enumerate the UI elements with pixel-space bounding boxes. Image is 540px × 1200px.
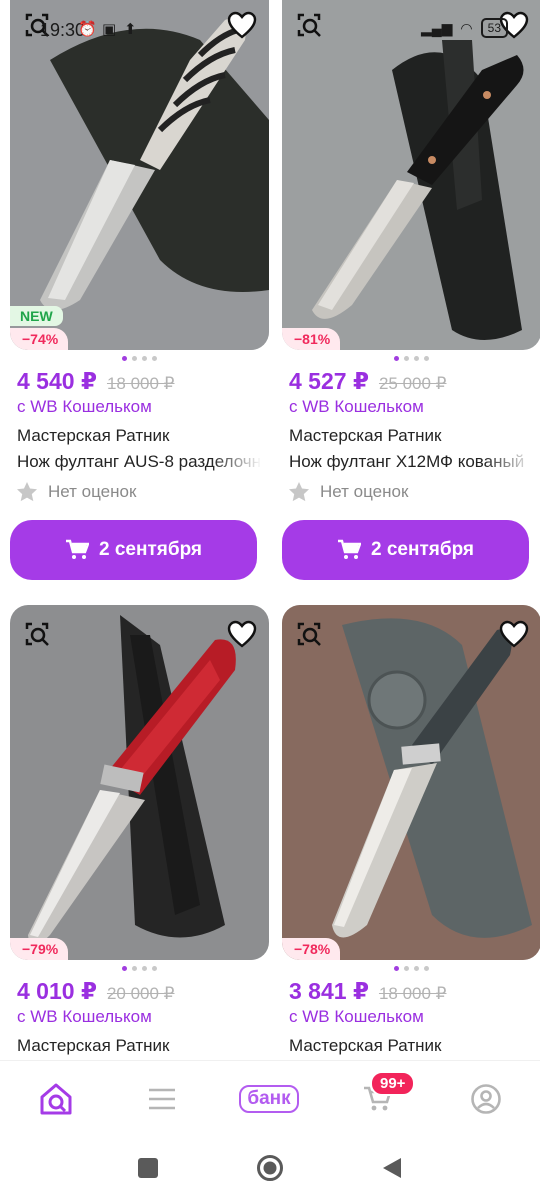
discount-badge: −78% [282, 938, 341, 960]
back-button[interactable] [376, 1152, 408, 1184]
favorite-heart-icon[interactable] [497, 8, 531, 42]
product-card[interactable]: −81% 4 527 ₽ 25 000 ₽ с WB Кошельком Мас… [282, 0, 540, 580]
wallet-note: с WB Кошельком [17, 397, 152, 416]
tab-home[interactable] [31, 1079, 81, 1119]
product-photo[interactable]: NEW −74% [10, 0, 269, 350]
old-price: 18 000 ₽ [106, 374, 175, 393]
discount-badge: −74% [10, 328, 69, 350]
wallet-note: с WB Кошельком [289, 1007, 424, 1026]
recents-button[interactable] [132, 1152, 164, 1184]
profile-icon [471, 1084, 501, 1114]
tab-bank[interactable]: банк [232, 1079, 306, 1119]
product-grid: NEW −74% 4 540 ₽ 18 000 ₽ с WB Кошельком… [0, 0, 540, 1060]
add-to-cart-button[interactable]: 2 сентября [282, 520, 529, 580]
favorite-heart-icon[interactable] [225, 617, 259, 651]
system-navigation-bar [0, 1136, 540, 1200]
cart-count-badge: 99+ [370, 1071, 416, 1096]
delivery-date: 2 сентября [370, 539, 475, 560]
product-photo[interactable]: −78% [282, 605, 540, 960]
cart-icon [65, 539, 89, 559]
rating: Нет оценок [282, 481, 540, 502]
discount-badge: −81% [282, 328, 341, 350]
brand-name: Мастерская Ратник [17, 426, 170, 445]
brand-name: Мастерская Ратник [289, 426, 442, 445]
rating-text: Нет оценок [320, 481, 409, 501]
tab-profile[interactable] [461, 1079, 511, 1119]
add-to-cart-button[interactable]: 2 сентября [10, 520, 257, 580]
brand-name: Мастерская Ратник [289, 1036, 442, 1055]
image-search-icon[interactable] [292, 617, 326, 651]
knife-image [10, 0, 269, 350]
product-title: Нож фултанг AUS-8 разделочный [17, 452, 262, 471]
product-card[interactable]: −79% 4 010 ₽ 20 000 ₽ с WB Кошельком Мас… [10, 605, 269, 1056]
wallet-note: с WB Кошельком [289, 397, 424, 416]
price: 4 540 ₽ [17, 368, 97, 394]
image-search-icon[interactable] [20, 617, 54, 651]
old-price: 25 000 ₽ [378, 374, 447, 393]
image-pager [10, 356, 269, 362]
home-icon [40, 1083, 72, 1115]
bank-label: банк [239, 1085, 299, 1113]
rating: Нет оценок [10, 481, 269, 502]
star-icon [17, 482, 37, 502]
old-price: 18 000 ₽ [378, 984, 447, 1003]
rating-text: Нет оценок [48, 481, 137, 501]
image-search-icon[interactable] [292, 8, 326, 42]
discount-badge: −79% [10, 938, 69, 960]
menu-icon [149, 1088, 175, 1110]
brand-name: Мастерская Ратник [17, 1036, 170, 1055]
favorite-heart-icon[interactable] [497, 617, 531, 651]
knife-image [282, 0, 540, 350]
price: 4 527 ₽ [289, 368, 369, 394]
image-pager [282, 966, 540, 972]
new-badge: NEW [10, 306, 63, 326]
image-pager [282, 356, 540, 362]
knife-image [282, 605, 540, 960]
product-card[interactable]: NEW −74% 4 540 ₽ 18 000 ₽ с WB Кошельком… [10, 0, 269, 580]
delivery-date: 2 сентября [98, 539, 203, 560]
product-title: Нож фултанг Х12МФ кованый [289, 452, 525, 471]
old-price: 20 000 ₽ [106, 984, 175, 1003]
image-search-icon[interactable] [20, 8, 54, 42]
favorite-heart-icon[interactable] [225, 8, 259, 42]
knife-image [10, 605, 269, 960]
product-card[interactable]: −78% 3 841 ₽ 18 000 ₽ с WB Кошельком Мас… [282, 605, 540, 1056]
product-photo[interactable]: −81% [282, 0, 540, 350]
cart-icon [337, 539, 361, 559]
home-button[interactable] [254, 1152, 286, 1184]
product-photo[interactable]: −79% [10, 605, 269, 960]
wallet-note: с WB Кошельком [17, 1007, 152, 1026]
star-icon [289, 482, 309, 502]
image-pager [10, 966, 269, 972]
tab-catalog[interactable] [137, 1079, 187, 1119]
tab-cart[interactable]: 99+ [352, 1071, 416, 1119]
price: 3 841 ₽ [289, 978, 369, 1004]
price: 4 010 ₽ [17, 978, 97, 1004]
bottom-tab-bar: банк 99+ [0, 1060, 540, 1136]
